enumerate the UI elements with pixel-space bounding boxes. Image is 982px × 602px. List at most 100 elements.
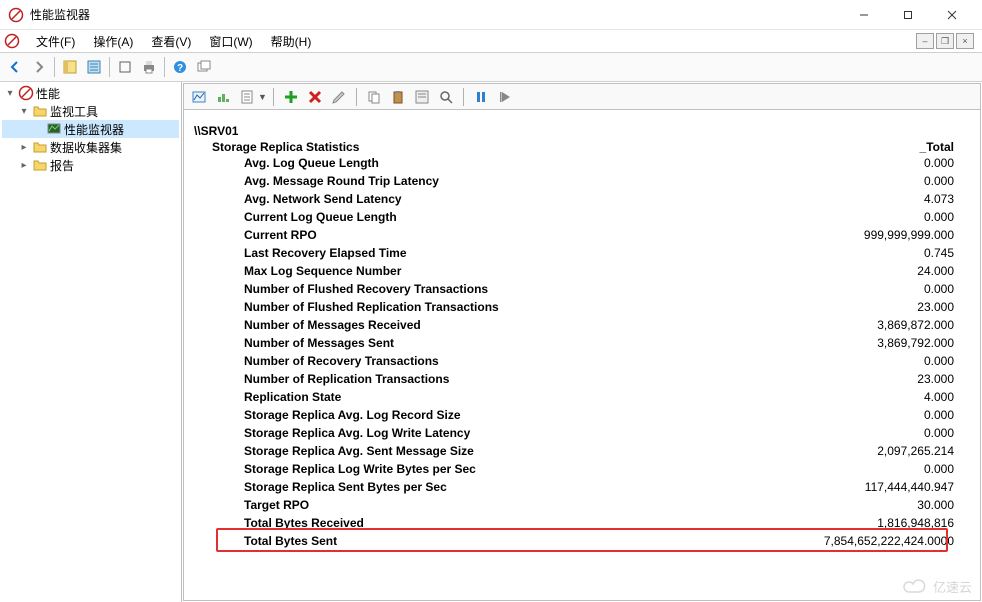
properties-button[interactable] — [83, 56, 105, 78]
metric-row[interactable]: Max Log Sequence Number24.000 — [244, 262, 970, 280]
help-button[interactable]: ? — [169, 56, 191, 78]
show-hide-tree-button[interactable] — [59, 56, 81, 78]
tree-label: 报告 — [50, 157, 74, 174]
dropdown-arrow-icon[interactable]: ▼ — [258, 92, 267, 102]
delete-counter-button[interactable] — [304, 86, 326, 108]
tree-performance-monitor[interactable]: 性能监视器 — [2, 120, 179, 138]
zoom-button[interactable] — [435, 86, 457, 108]
view-graph-button[interactable] — [188, 86, 210, 108]
forward-button[interactable] — [28, 56, 50, 78]
mdi-close-button[interactable]: × — [956, 33, 974, 49]
expander-icon[interactable]: ▾ — [4, 88, 16, 99]
metric-row[interactable]: Number of Messages Received3,869,872.000 — [244, 316, 970, 334]
window-titlebar: 性能监视器 — [0, 0, 982, 30]
metric-row[interactable]: Storage Replica Avg. Log Record Size0.00… — [244, 406, 970, 424]
metric-row[interactable]: Current RPO999,999,999.000 — [244, 226, 970, 244]
minimize-button[interactable] — [842, 1, 886, 29]
report-area[interactable]: \\SRV01 Storage Replica Statistics _Tota… — [184, 110, 980, 600]
menu-window[interactable]: 窗口(W) — [201, 31, 260, 52]
body-area: ▾ 性能 ▾ 监视工具 性能监视器 ▸ 数据收集器集 ▸ 报告 — [0, 82, 982, 602]
toolbar-separator — [273, 88, 274, 106]
metric-row[interactable]: Last Recovery Elapsed Time0.745 — [244, 244, 970, 262]
metric-row[interactable]: Total Bytes Sent7,854,652,222,424.0000 — [244, 532, 970, 550]
metric-value: 0.745 — [770, 244, 970, 262]
close-button[interactable] — [930, 1, 974, 29]
monitor-icon — [46, 121, 62, 137]
mdi-minimize-button[interactable]: – — [916, 33, 934, 49]
properties-button[interactable] — [411, 86, 433, 108]
toolbar-separator — [164, 57, 165, 77]
metric-row[interactable]: Storage Replica Sent Bytes per Sec117,44… — [244, 478, 970, 496]
svg-text:?: ? — [177, 63, 183, 74]
column-header: _Total — [770, 140, 970, 154]
metric-value: 0.000 — [770, 460, 970, 478]
metric-row[interactable]: Avg. Network Send Latency4.073 — [244, 190, 970, 208]
freeze-button[interactable] — [470, 86, 492, 108]
window-title: 性能监视器 — [30, 6, 842, 23]
copy-button[interactable] — [363, 86, 385, 108]
tree-monitor-tools[interactable]: ▾ 监视工具 — [2, 102, 179, 120]
expander-icon[interactable]: ▾ — [18, 106, 30, 117]
view-report-button[interactable] — [236, 86, 258, 108]
watermark: 亿速云 — [901, 577, 972, 596]
highlight-button[interactable] — [328, 86, 350, 108]
menu-view[interactable]: 查看(V) — [143, 31, 199, 52]
update-button[interactable] — [494, 86, 516, 108]
metric-row[interactable]: Total Bytes Received1,816,948,816 — [244, 514, 970, 532]
metric-row[interactable]: Storage Replica Avg. Sent Message Size2,… — [244, 442, 970, 460]
metric-name: Number of Flushed Replication Transactio… — [244, 298, 770, 316]
metric-name: Max Log Sequence Number — [244, 262, 770, 280]
metric-value: 4.073 — [770, 190, 970, 208]
print-button[interactable] — [138, 56, 160, 78]
metric-name: Storage Replica Avg. Sent Message Size — [244, 442, 770, 460]
metric-name: Avg. Network Send Latency — [244, 190, 770, 208]
paste-button[interactable] — [387, 86, 409, 108]
expander-icon[interactable]: ▸ — [18, 160, 30, 171]
menu-action[interactable]: 操作(A) — [85, 31, 141, 52]
metric-row[interactable]: Number of Flushed Replication Transactio… — [244, 298, 970, 316]
metric-value: 23.000 — [770, 298, 970, 316]
tree-root-performance[interactable]: ▾ 性能 — [2, 84, 179, 102]
metric-value: 0.000 — [770, 208, 970, 226]
metric-name: Last Recovery Elapsed Time — [244, 244, 770, 262]
metric-row[interactable]: Number of Recovery Transactions0.000 — [244, 352, 970, 370]
content-toolbar: ▼ — [184, 84, 980, 110]
metric-name: Target RPO — [244, 496, 770, 514]
metric-name: Replication State — [244, 388, 770, 406]
metric-row[interactable]: Avg. Log Queue Length0.000 — [244, 154, 970, 172]
toolbar-separator — [356, 88, 357, 106]
add-counter-button[interactable] — [280, 86, 302, 108]
metric-row[interactable]: Storage Replica Log Write Bytes per Sec0… — [244, 460, 970, 478]
metric-row[interactable]: Target RPO30.000 — [244, 496, 970, 514]
metric-row[interactable]: Number of Messages Sent3,869,792.000 — [244, 334, 970, 352]
watermark-text: 亿速云 — [933, 577, 972, 596]
export-button[interactable] — [114, 56, 136, 78]
metric-row[interactable]: Number of Replication Transactions23.000 — [244, 370, 970, 388]
metric-name: Avg. Log Queue Length — [244, 154, 770, 172]
metric-value: 0.000 — [770, 352, 970, 370]
metric-name: Storage Replica Sent Bytes per Sec — [244, 478, 770, 496]
back-button[interactable] — [4, 56, 26, 78]
maximize-button[interactable] — [886, 1, 930, 29]
view-histogram-button[interactable] — [212, 86, 234, 108]
tree-label: 性能监视器 — [64, 121, 124, 138]
menu-help[interactable]: 帮助(H) — [263, 31, 320, 52]
app-icon — [8, 7, 24, 23]
navigation-tree[interactable]: ▾ 性能 ▾ 监视工具 性能监视器 ▸ 数据收集器集 ▸ 报告 — [0, 82, 182, 602]
metric-value: 30.000 — [770, 496, 970, 514]
metric-row[interactable]: Number of Flushed Recovery Transactions0… — [244, 280, 970, 298]
metric-row[interactable]: Storage Replica Avg. Log Write Latency0.… — [244, 424, 970, 442]
metric-row[interactable]: Avg. Message Round Trip Latency0.000 — [244, 172, 970, 190]
mdi-restore-button[interactable]: ❐ — [936, 33, 954, 49]
metric-name: Total Bytes Sent — [244, 532, 770, 550]
metric-value: 3,869,872.000 — [770, 316, 970, 334]
new-window-button[interactable] — [193, 56, 215, 78]
menu-file[interactable]: 文件(F) — [28, 31, 83, 52]
folder-icon — [32, 139, 48, 155]
tree-data-collector[interactable]: ▸ 数据收集器集 — [2, 138, 179, 156]
metric-row[interactable]: Current Log Queue Length0.000 — [244, 208, 970, 226]
metric-value: 3,869,792.000 — [770, 334, 970, 352]
expander-icon[interactable]: ▸ — [18, 142, 30, 153]
metric-row[interactable]: Replication State4.000 — [244, 388, 970, 406]
tree-reports[interactable]: ▸ 报告 — [2, 156, 179, 174]
